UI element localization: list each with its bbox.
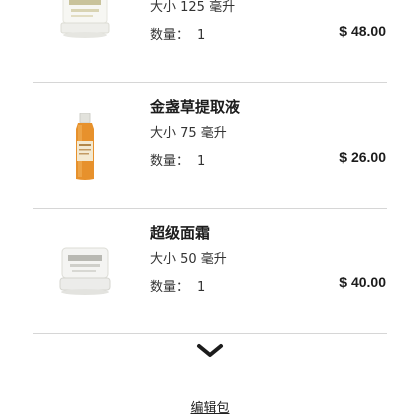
quantity-value[interactable]: 1 bbox=[197, 280, 205, 295]
item-size: 大小 50 毫升 bbox=[150, 252, 227, 267]
edit-bag-container: 编辑包 bbox=[0, 397, 420, 416]
quantity-value[interactable]: 1 bbox=[197, 154, 205, 169]
item-name[interactable]: 超级面霜 bbox=[150, 222, 210, 243]
item-quantity: 数量： 1 bbox=[150, 24, 205, 43]
product-thumbnail-cream-jar[interactable] bbox=[50, 0, 120, 54]
divider bbox=[33, 208, 387, 209]
item-price: $ 26.00 bbox=[339, 149, 386, 165]
item-name[interactable]: 金盏草提取液 bbox=[150, 96, 240, 117]
chevron-down-icon[interactable] bbox=[196, 343, 224, 359]
item-quantity: 数量： 1 bbox=[150, 276, 205, 295]
product-thumbnail-toner-bottle[interactable] bbox=[50, 112, 120, 182]
item-price: $ 48.00 bbox=[339, 23, 386, 39]
item-size: 大小 75 毫升 bbox=[150, 126, 227, 141]
product-thumbnail-cream-jar[interactable] bbox=[50, 236, 120, 306]
item-quantity: 数量： 1 bbox=[150, 150, 205, 169]
quantity-label: 数量： bbox=[150, 280, 190, 295]
item-size: 大小 125 毫升 bbox=[150, 0, 236, 15]
divider bbox=[33, 82, 387, 83]
quantity-label: 数量： bbox=[150, 154, 190, 169]
quantity-label: 数量： bbox=[150, 28, 190, 43]
quantity-value[interactable]: 1 bbox=[197, 28, 205, 43]
divider bbox=[33, 333, 387, 334]
edit-bag-link[interactable]: 编辑包 bbox=[190, 401, 229, 416]
item-price: $ 40.00 bbox=[339, 274, 386, 290]
